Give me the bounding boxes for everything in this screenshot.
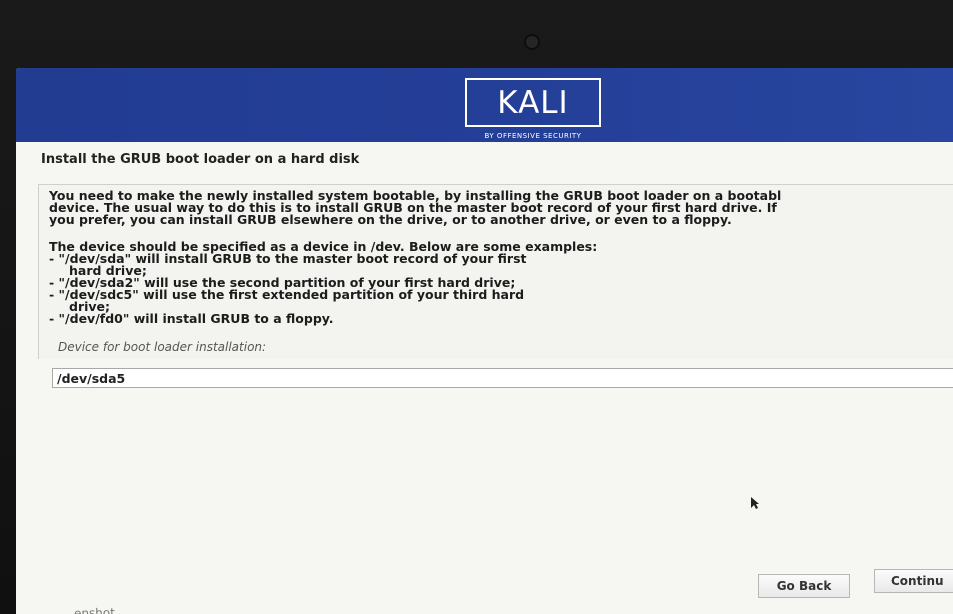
example-4: - "/dev/fd0" will install GRUB to a flop… [49,311,334,326]
example-3: - "/dev/sdc5" will use the first extende… [49,287,525,302]
logo-text: KALI [497,85,569,121]
kali-banner: KALI BY OFFENSIVE SECURITY [16,68,953,142]
go-back-button[interactable]: Go Back [758,574,850,598]
page-title: Install the GRUB boot loader on a hard d… [41,152,360,167]
laptop-bezel: KALI BY OFFENSIVE SECURITY Install the G… [0,0,953,614]
paragraph-1-line-3: you prefer, you can install GRUB elsewhe… [49,212,732,227]
paragraph-2: The device should be specified as a devi… [49,240,953,326]
webcam [526,36,538,48]
installer-screen: KALI BY OFFENSIVE SECURITY Install the G… [16,68,953,614]
screenshot-button-fragment[interactable]: enshot [74,606,115,614]
paragraph-1: You need to make the newly installed sys… [49,189,953,227]
mouse-pointer-icon [751,497,759,509]
logo-tagline: BY OFFENSIVE SECURITY [484,132,582,140]
example-1: - "/dev/sda" will install GRUB to the ma… [49,251,527,266]
device-field-label: Device for boot loader installation: [58,340,267,354]
continue-button[interactable]: Continu [874,569,953,593]
description-panel: You need to make the newly installed sys… [38,184,953,359]
kali-logo: KALI [465,78,601,127]
boot-device-input[interactable] [52,368,953,388]
